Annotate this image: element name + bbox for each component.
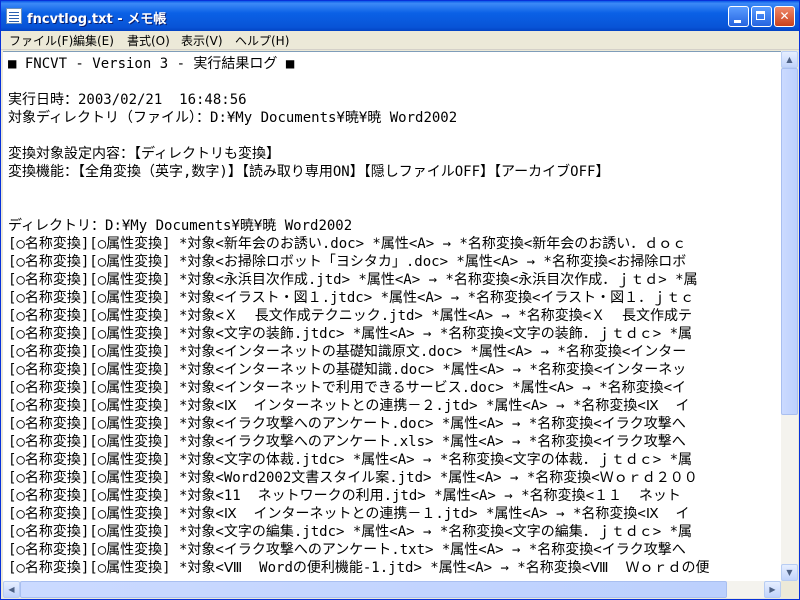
minimize-button[interactable] (728, 6, 749, 27)
scroll-up-button[interactable]: ▲ (781, 51, 798, 68)
text-line: [○名称変換][○属性変換] *対象<Word2002文書スタイル案.jtd> … (8, 470, 698, 486)
scroll-right-button[interactable]: ▶ (764, 581, 781, 598)
text-line: [○名称変換][○属性変換] *対象<文字の体裁.jtdc> *属性<A> → … (8, 452, 693, 468)
text-line: [○名称変換][○属性変換] *対象<インターネットで利用できるサービス.doc… (8, 380, 687, 396)
text-line: [○名称変換][○属性変換] *対象<イラク攻撃へのアンケート.doc> *属性… (8, 416, 686, 432)
text-line: 変換対象設定内容：【ディレクトリも変換】 (8, 146, 281, 162)
horizontal-scroll-thumb[interactable] (20, 581, 727, 598)
text-line: [○名称変換][○属性変換] *対象<インターネットの基礎知識原文.doc> *… (8, 344, 687, 360)
maximize-button[interactable] (751, 6, 772, 27)
text-line: ■ FNCVT - Version 3 - 実行結果ログ ■ (8, 56, 295, 72)
text-line: [○名称変換][○属性変換] *対象<文字の編集.jtdc> *属性<A> → … (8, 524, 693, 540)
menu-view[interactable]: 表示(V) (179, 32, 225, 49)
size-grip[interactable] (781, 581, 798, 598)
menu-bar: ファイル(F) 編集(E) 書式(O) 表示(V) ヘルプ(H) (1, 31, 799, 50)
notepad-window: fncvtlog.txt - メモ帳 ✕ ファイル(F) 編集(E) 書式(O)… (0, 0, 800, 600)
menu-file[interactable]: ファイル(F) (7, 32, 75, 49)
text-line: [○名称変換][○属性変換] *対象<永浜目次作成.jtd> *属性<A> → … (8, 272, 698, 288)
close-button[interactable]: ✕ (774, 6, 795, 27)
window-title: fncvtlog.txt - メモ帳 (27, 12, 167, 27)
menu-format[interactable]: 書式(O) (125, 32, 172, 49)
menu-help[interactable]: ヘルプ(H) (233, 32, 291, 49)
menu-edit[interactable]: 編集(E) (71, 32, 116, 49)
text-line: [○名称変換][○属性変換] *対象<イラク攻撃へのアンケート.txt> *属性… (8, 542, 686, 558)
title-bar[interactable]: fncvtlog.txt - メモ帳 ✕ (1, 1, 799, 31)
text-editor-area[interactable]: ■ FNCVT - Version 3 - 実行結果ログ ■ 実行日時：2003/… (3, 51, 781, 582)
text-line: [○名称変換][○属性変換] *対象<Ⅷ Wordの便利機能-1.jtd> *属… (8, 560, 710, 576)
notepad-icon[interactable] (6, 8, 22, 24)
text-line: ディレクトリ：D:¥My Documents¥暁¥暁 Word2002 (8, 218, 353, 234)
text-line: [○名称変換][○属性変換] *対象<インターネットの基礎知識.doc> *属性… (8, 362, 687, 378)
text-line: 変換機能：【全角変換（英字,数字)】【読み取り専用ON】【隠しファイルOFF】【… (8, 164, 610, 180)
vertical-scroll-thumb[interactable] (781, 68, 798, 416)
text-line: [○名称変換][○属性変換] *対象<イラク攻撃へのアンケート.xls> *属性… (8, 434, 686, 450)
text-line: [○名称変換][○属性変換] *対象<Ｘ 長文作成テクニック.jtd> *属性<… (8, 308, 693, 324)
text-line: 実行日時：2003/02/21 16:48:56 (8, 92, 247, 108)
text-line: [○名称変換][○属性変換] *対象<お掃除ロボット「ヨシタカ」.doc> *属… (8, 254, 687, 270)
horizontal-scrollbar[interactable]: ◀ ▶ (3, 581, 781, 598)
text-line: [○名称変換][○属性変換] *対象<新年会のお誘い.doc> *属性<A> →… (8, 236, 687, 252)
text-line: [○名称変換][○属性変換] *対象<11 ネットワークの利用.jtd> *属性… (8, 488, 681, 504)
text-line: [○名称変換][○属性変換] *対象<イラスト・図１.jtdc> *属性<A> … (8, 290, 695, 306)
text-line: 対象ディレクトリ（ファイル）：D:¥My Documents¥暁¥暁 Word2… (8, 110, 458, 126)
scroll-down-button[interactable]: ▼ (781, 564, 798, 581)
text-line: [○名称変換][○属性変換] *対象<文字の装飾.jtdc> *属性<A> → … (8, 326, 693, 342)
text-line: [○名称変換][○属性変換] *対象<Ⅸ インターネットとの連携－２.jtd> … (8, 398, 690, 414)
scroll-left-button[interactable]: ◀ (3, 581, 20, 598)
text-line: [○名称変換][○属性変換] *対象<Ⅸ インターネットとの連携－１.jtd> … (8, 506, 690, 522)
vertical-scrollbar[interactable]: ▲ ▼ (781, 51, 798, 581)
